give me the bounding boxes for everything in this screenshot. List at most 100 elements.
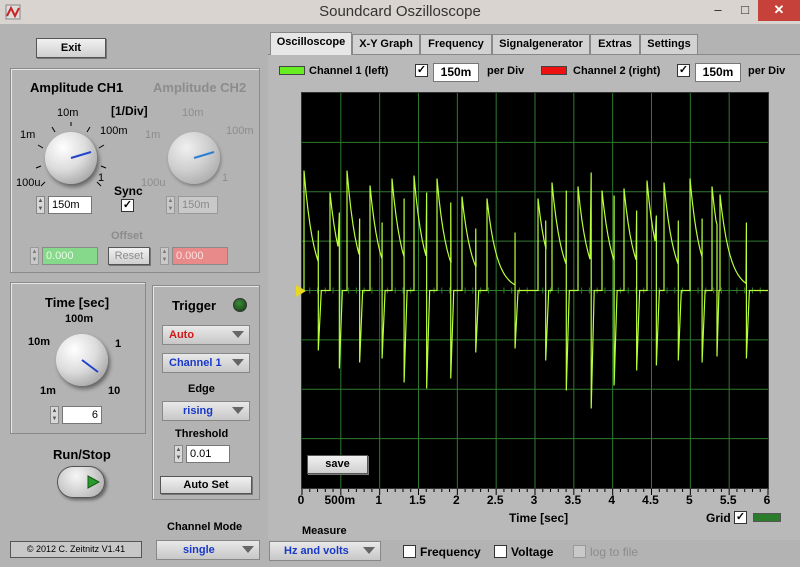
x-tick-label: 2 — [452, 493, 460, 507]
x-tick-label: 1 — [375, 493, 382, 507]
grid-color-swatch[interactable] — [753, 513, 781, 522]
measure-mode-value: Hz and volts — [284, 545, 349, 557]
sync-checkbox[interactable]: ✓ — [121, 199, 134, 212]
ch1-per-div-field[interactable]: 150m — [433, 63, 479, 82]
offset-ch1-spin: ▲ ▼ — [30, 247, 39, 265]
ch2-scale-100u: 100u — [141, 177, 166, 189]
x-axis-label: Time [sec] — [509, 511, 569, 525]
offset-ch2-spin: ▲ ▼ — [160, 247, 169, 265]
x-tick-label: 5 — [685, 493, 693, 507]
time-scale-1m: 1m — [40, 385, 56, 397]
copyright-box: © 2012 C. Zeitnitz V1.41 — [10, 541, 142, 558]
time-title: Time [sec] — [45, 295, 110, 310]
trigger-title: Trigger — [172, 298, 217, 313]
channel-mode-value: single — [183, 544, 215, 556]
trigger-channel-dropdown[interactable]: Channel 1 — [162, 353, 250, 373]
tab-signalgenerator[interactable]: Signalgenerator — [492, 34, 590, 54]
trigger-edge-dropdown[interactable]: rising — [162, 401, 250, 421]
ch1-per-div-label: per Div — [487, 65, 525, 77]
voltage-checkbox[interactable] — [494, 545, 507, 558]
x-tick-label: 0 — [297, 493, 305, 507]
minimize-button[interactable]: – — [704, 0, 732, 21]
time-scale-1: 1 — [115, 338, 122, 350]
ch2-per-div-label: per Div — [748, 65, 786, 77]
amp-ch2-title: Amplitude CH2 — [153, 80, 247, 95]
exit-button[interactable]: Exit — [36, 38, 106, 58]
scope-plot — [301, 93, 768, 488]
trigger-channel-value: Channel 1 — [169, 357, 222, 369]
x-tick-label: 1.5 — [409, 493, 426, 507]
ch2-spin: ▲ ▼ — [166, 196, 175, 214]
ch1-scale-10m: 10m — [57, 107, 79, 119]
close-button[interactable]: ✕ — [758, 0, 800, 21]
grid-checkbox[interactable]: ✓ — [734, 511, 747, 524]
offset-reset-button: Reset — [108, 247, 150, 265]
runstop-button[interactable] — [57, 466, 105, 498]
time-field[interactable]: 6 — [62, 406, 102, 424]
ch1-amplitude-field[interactable]: 150m — [48, 196, 92, 214]
time-scale-10: 10 — [108, 385, 121, 397]
scope-display[interactable] — [301, 92, 769, 489]
window-title: Soundcard Oszilloscope — [319, 3, 481, 20]
x-tick-label: 500m — [324, 493, 356, 507]
time-knob[interactable] — [56, 334, 108, 386]
trigger-mode-dropdown[interactable]: Auto — [162, 325, 250, 345]
runstop-label: Run/Stop — [53, 447, 111, 462]
ch1-enable-checkbox[interactable]: ✓ — [415, 64, 428, 77]
div-unit-label: [1/Div] — [111, 104, 148, 118]
threshold-field[interactable]: 0.01 — [186, 445, 230, 463]
voltage-label: Voltage — [511, 545, 554, 559]
trigger-edge-value: rising — [183, 405, 213, 417]
amp-ch1-title: Amplitude CH1 — [30, 80, 124, 95]
time-scale-10m: 10m — [28, 336, 51, 348]
measure-mode-dropdown[interactable]: Hz and volts — [269, 541, 381, 561]
frequency-checkbox[interactable] — [403, 545, 416, 558]
chevron-down-icon — [232, 359, 244, 366]
measure-label: Measure — [302, 525, 347, 537]
chevron-down-icon — [232, 407, 244, 414]
ch1-amplitude-knob[interactable] — [45, 132, 97, 184]
x-tick-label: 5.5 — [719, 493, 737, 507]
save-button[interactable]: save — [307, 455, 368, 474]
trigger-mode-value: Auto — [169, 329, 195, 341]
chevron-down-icon — [232, 331, 244, 338]
ch2-scale-1m: 1m — [145, 129, 161, 141]
ch1-spin[interactable]: ▲ ▼ — [36, 196, 45, 214]
autoset-button[interactable]: Auto Set — [160, 476, 252, 494]
x-tick-label: 2.5 — [486, 493, 504, 507]
tab-settings[interactable]: Settings — [640, 34, 698, 54]
tab-extras[interactable]: Extras — [590, 34, 640, 54]
maximize-button[interactable]: □ — [732, 0, 758, 21]
chevron-down-icon — [242, 546, 254, 553]
log-to-file-checkbox — [573, 545, 586, 558]
ch2-enable-checkbox[interactable]: ✓ — [677, 64, 690, 77]
ch2-amplitude-field: 150m — [178, 196, 218, 214]
offset-ch1-field: 0.000 — [42, 247, 98, 265]
offset-label: Offset — [111, 230, 143, 242]
tab-frequency[interactable]: Frequency — [420, 34, 492, 54]
grid-label: Grid — [706, 511, 731, 525]
ch1-scale-1m: 1m — [20, 129, 36, 141]
ch1-color-swatch — [279, 66, 305, 75]
offset-ch2-field: 0.000 — [172, 247, 228, 265]
edge-label: Edge — [188, 383, 215, 395]
ch2-label: Channel 2 (right) — [573, 65, 661, 77]
ch2-color-swatch — [541, 66, 567, 75]
ch2-per-div-field[interactable]: 150m — [695, 63, 741, 82]
threshold-label: Threshold — [175, 428, 229, 440]
play-icon — [87, 475, 100, 489]
ch2-amplitude-knob — [168, 132, 220, 184]
time-spin[interactable]: ▲ ▼ — [50, 406, 59, 424]
trigger-marker-icon — [296, 285, 306, 297]
trigger-led — [233, 298, 247, 312]
x-tick-label: 3 — [530, 493, 538, 507]
log-to-file-label: log to file — [590, 545, 639, 559]
channel-mode-dropdown[interactable]: single — [156, 540, 260, 560]
tab-xy-graph[interactable]: X-Y Graph — [352, 34, 420, 54]
ch2-scale-1: 1 — [222, 172, 229, 184]
x-tick-label: 6 — [763, 493, 771, 507]
ch2-scale-10m: 10m — [182, 107, 204, 119]
title-bar: Soundcard Oszilloscope – □ ✕ — [0, 0, 800, 24]
threshold-spin[interactable]: ▲ ▼ — [174, 445, 183, 463]
tab-oscilloscope[interactable]: Oscilloscope — [270, 32, 352, 55]
